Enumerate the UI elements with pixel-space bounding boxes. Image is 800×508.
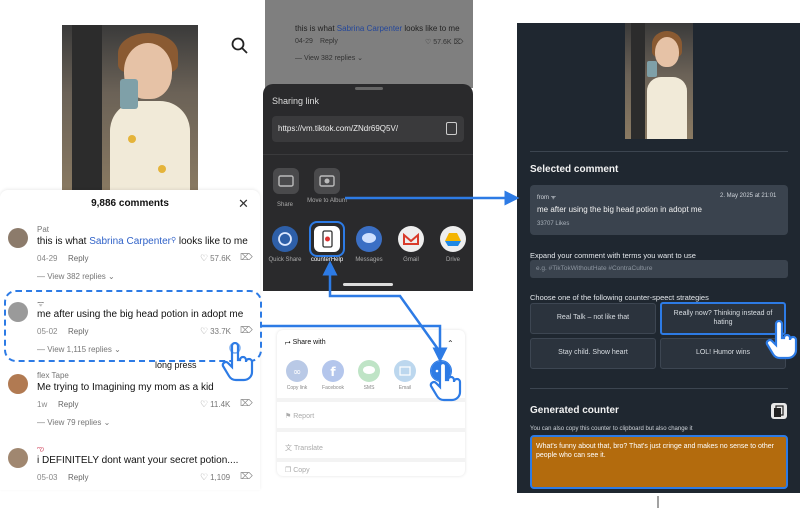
figure: 9,886 comments ✕ Pat this is what Sabrin… (0, 0, 800, 508)
arrow-to-share-with (262, 324, 448, 363)
flow-arrows (262, 190, 659, 508)
arrow-to-counterhelp (322, 260, 442, 353)
